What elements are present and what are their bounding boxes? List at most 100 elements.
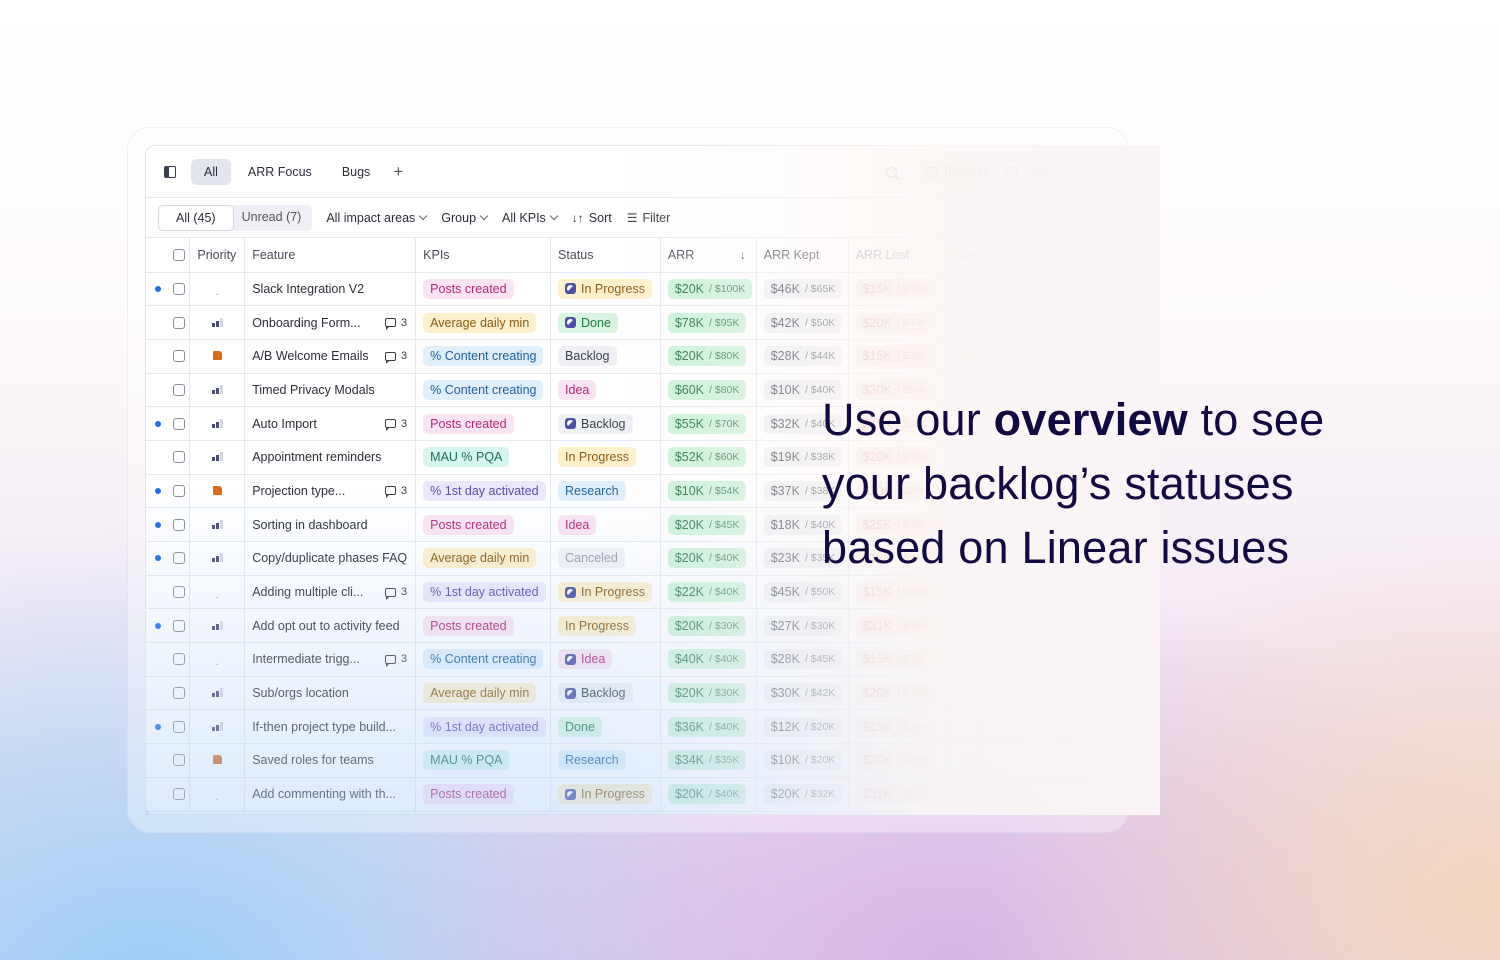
status-cell[interactable]: In Progress [550,575,661,610]
search-icon[interactable] [886,166,897,178]
row-checkbox[interactable] [173,687,185,700]
kpi-cell[interactable]: Average daily min [415,541,552,576]
row-checkbox[interactable] [173,754,185,767]
row-checkbox[interactable] [173,619,185,632]
feature-cell[interactable]: Intermediate trigg... 3 [244,642,417,677]
view-timeban-button[interactable]: Timeban [918,161,998,183]
column-header-arr-kept[interactable]: ARR Kept [756,238,849,273]
feature-cell[interactable]: Timed Privacy Modals [244,373,417,408]
table-row[interactable]: . Slack Integration V2 Posts created In Pro… [146,272,1145,307]
status-cell[interactable]: In Progress [550,272,661,307]
column-header-won[interactable]: Won [944,238,983,273]
filter-button[interactable]: ☰ Filter [627,211,671,225]
priority-cell[interactable] [189,541,246,576]
tab-arr-focus[interactable]: ARR Focus [235,159,325,185]
status-cell[interactable]: Idea [550,373,661,408]
status-cell[interactable]: Done [550,709,661,745]
feature-cell[interactable]: Projection type... 3 [244,474,417,509]
feature-cell[interactable]: Adding multiple cli... 3 [244,575,417,610]
add-tab-button[interactable]: + [393,162,403,182]
row-checkbox[interactable] [173,451,185,464]
priority-cell[interactable]: . [189,272,246,307]
kpi-cell[interactable]: Posts created [415,777,552,812]
row-checkbox[interactable] [173,282,185,295]
feature-name[interactable]: Add commenting with th... [252,787,396,801]
comment-count[interactable]: 3 [385,317,407,331]
feature-name[interactable]: Add opt out to activity feed [252,619,399,633]
status-cell[interactable]: Research [550,474,661,509]
status-cell[interactable]: In Progress [550,608,661,644]
comment-count[interactable]: 3 [385,586,407,600]
row-checkbox[interactable] [173,383,185,396]
feature-name[interactable]: Sub/orgs location [252,686,349,700]
feature-name[interactable]: Intermediate trigg... [252,652,360,666]
priority-cell[interactable] [189,373,246,408]
table-row[interactable]: Sub/orgs location Average daily min Backlo… [146,676,1145,711]
feature-name[interactable]: If-then project type build... [252,720,396,734]
feature-name[interactable]: Onboarding Form... [252,316,360,330]
kpi-cell[interactable]: Posts created [415,507,552,542]
status-cell[interactable]: Backlog [550,406,661,441]
status-cell[interactable]: Done [550,305,661,340]
status-cell[interactable]: Idea [550,642,661,677]
row-checkbox[interactable] [173,586,185,599]
kpi-cell[interactable]: Posts created [415,608,552,644]
column-header-arr-lost[interactable]: ARR Lost [848,238,946,273]
column-header-arr[interactable]: ARR ↓ [660,238,757,273]
impact-area-dropdown[interactable]: All impact areas [326,211,428,225]
feature-cell[interactable]: If-then project type build... [244,709,417,745]
status-cell[interactable]: Research [550,743,661,778]
feature-name[interactable]: Slack Integration V2 [252,282,364,296]
priority-cell[interactable] [189,507,246,542]
status-cell[interactable]: In Progress [550,440,661,475]
row-checkbox[interactable] [173,552,185,565]
feature-cell[interactable]: Onboarding Form... 3 [244,305,417,340]
feature-cell[interactable]: Sorting in dashboard [244,507,417,542]
row-checkbox[interactable] [173,350,185,363]
column-header-status[interactable]: Status [550,238,661,273]
feature-name[interactable]: Timed Privacy Modals [252,383,375,397]
feature-name[interactable]: Adding multiple cli... [252,585,363,599]
column-header-progressed[interactable]: Progressed [981,238,1145,273]
status-cell[interactable]: Backlog [550,676,661,711]
feature-name[interactable]: Copy/duplicate phases FAQ [252,551,407,565]
feature-cell[interactable]: Auto Import 3 [244,406,417,441]
table-row[interactable]: Saved roles for teams MAU % PQA Research $3… [146,743,1145,778]
comment-count[interactable]: 3 [385,653,407,667]
row-checkbox[interactable] [173,316,185,329]
priority-cell[interactable] [189,305,246,340]
priority-cell[interactable] [189,608,246,644]
status-cell[interactable]: Backlog [550,339,661,374]
priority-cell[interactable] [189,709,246,745]
tab-all[interactable]: All [191,158,231,185]
column-header-priority[interactable]: Priority [189,238,246,273]
comment-count[interactable]: 3 [385,485,407,499]
status-cell[interactable]: Idea [550,507,661,542]
tab-bugs[interactable]: Bugs [329,159,384,185]
feature-cell[interactable]: Saved roles for teams [244,743,417,778]
select-all-checkbox[interactable] [173,248,185,261]
column-header-kpis[interactable]: KPIs [415,238,552,273]
kpi-cell[interactable]: MAU % PQA [415,743,552,778]
feature-cell[interactable]: Copy/duplicate phases FAQ [244,541,417,576]
feature-name[interactable]: Auto Import [252,417,317,431]
status-cell[interactable]: Canceled [550,541,661,576]
table-row[interactable]: . Intermediate trigg... 3 % Content creatin… [146,642,1145,677]
priority-cell[interactable]: . [189,777,246,812]
comment-count[interactable]: 3 [385,350,407,364]
sort-button[interactable]: ↓↑ Sort [572,211,612,225]
kpi-cell[interactable]: % 1st day activated [415,575,552,610]
feature-cell[interactable]: A/B Welcome Emails 3 [244,339,417,374]
feature-cell[interactable]: Appointment reminders [244,440,417,475]
feature-cell[interactable]: Add opt out to activity feed [244,608,417,644]
priority-cell[interactable] [189,339,246,374]
feature-cell[interactable]: Add commenting with th... [244,777,417,812]
kpi-cell[interactable]: Posts created [415,406,552,441]
sidebar-toggle-icon[interactable] [164,165,176,178]
kpis-dropdown[interactable]: All KPIs [502,211,559,225]
kpi-cell[interactable]: % 1st day activated [415,474,552,509]
feature-name[interactable]: Appointment reminders [252,450,381,464]
all-items-button[interactable]: All (45) [158,204,234,231]
priority-cell[interactable] [189,676,246,711]
table-row[interactable]: Onboarding Form... 3 Average daily min Done… [146,305,1145,340]
